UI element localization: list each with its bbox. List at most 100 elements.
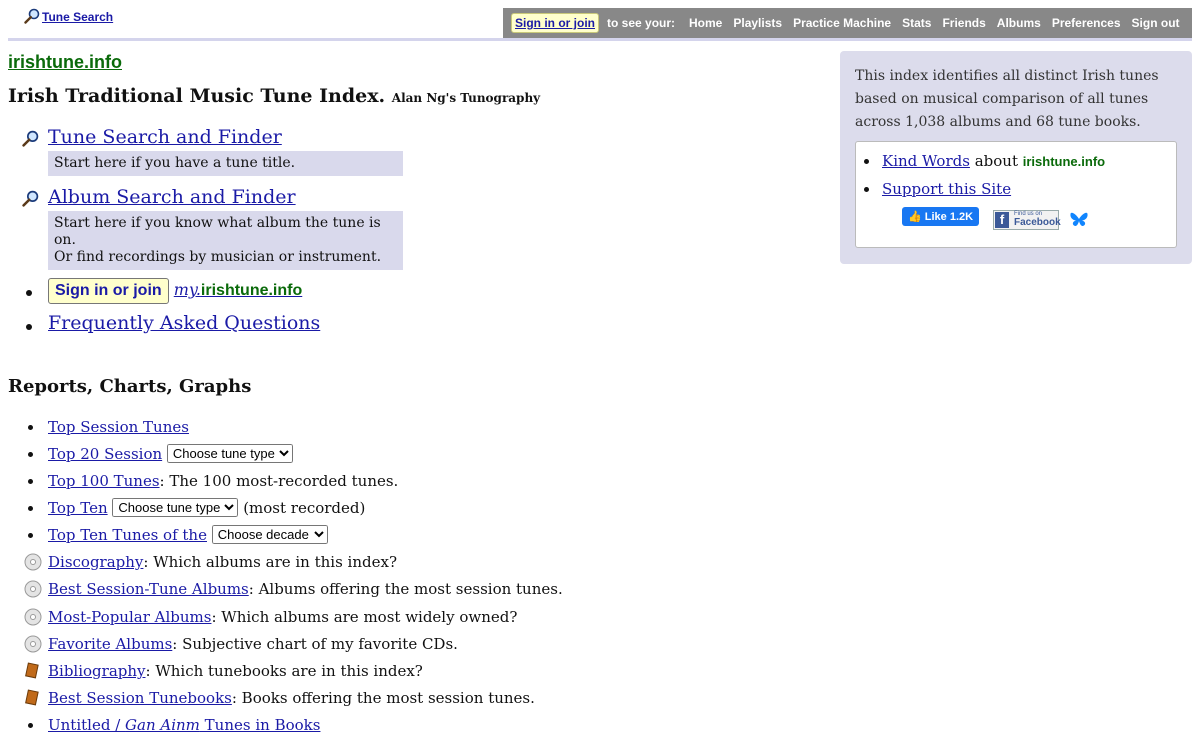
cd-icon: [24, 580, 42, 598]
top-search: Tune Search: [24, 8, 113, 24]
report-top20: Top 20 Session Choose tune type: [22, 443, 722, 470]
popular-albums-desc: : Which albums are most widely owned?: [211, 608, 518, 626]
tune-search-hint-text: Start here if you have a tune title.: [54, 155, 296, 171]
about-site: irishtune.info: [1022, 154, 1106, 169]
top-nav: Sign in or join to see your: Home Playli…: [503, 8, 1192, 38]
bullet: [864, 159, 869, 164]
nav-practice-machine[interactable]: Practice Machine: [793, 16, 891, 30]
my-site-name: irishtune.info: [200, 282, 303, 299]
faq-item: Frequently Asked Questions: [22, 312, 442, 334]
top20-session-link[interactable]: Top 20 Session: [48, 445, 162, 463]
report-bibliography: Bibliography: Which tunebooks are in thi…: [22, 660, 722, 687]
header-divider: [8, 38, 1192, 41]
nav-albums[interactable]: Albums: [997, 16, 1041, 30]
sign-in-button[interactable]: Sign in or join: [511, 13, 599, 33]
page-title-text: Irish Traditional Music Tune Index.: [8, 85, 386, 107]
top-session-tunes-link[interactable]: Top Session Tunes: [48, 418, 189, 436]
sign-in-item: Sign in or join my.irishtune.info: [22, 278, 442, 304]
most-recorded-text: (most recorded): [243, 499, 366, 517]
my-prefix: my.: [173, 280, 201, 299]
support-link[interactable]: Support this Site: [882, 180, 1011, 198]
popular-albums-link[interactable]: Most-Popular Albums: [48, 608, 211, 626]
album-search-hint: Start here if you know what album the tu…: [48, 211, 403, 270]
best-books-link[interactable]: Best Session Tunebooks: [48, 689, 232, 707]
bullet: [28, 533, 33, 538]
support-item: Support this Site: [864, 180, 1011, 198]
magnifier-icon: [22, 130, 39, 147]
bluesky-icon[interactable]: [1069, 211, 1089, 229]
nav-home[interactable]: Home: [689, 16, 722, 30]
decade-select[interactable]: Choose decade: [211, 525, 328, 544]
top20-tune-type-select[interactable]: Choose tune type: [166, 444, 293, 463]
report-popular-albums: Most-Popular Albums: Which albums are mo…: [22, 606, 722, 633]
info-box: This index identifies all distinct Irish…: [840, 51, 1192, 264]
book-icon: [25, 662, 39, 679]
album-search-finder-link[interactable]: Album Search and Finder: [48, 186, 296, 208]
book-icon: [25, 689, 39, 706]
best-albums-desc: : Albums offering the most session tunes…: [248, 580, 563, 598]
bibliography-link[interactable]: Bibliography: [48, 662, 146, 680]
untitled-a: Untitled /: [48, 716, 126, 734]
like-count: Like 1.2K: [924, 211, 974, 223]
bullet: [26, 324, 32, 330]
main-list: Tune Search and Finder Start here if you…: [22, 126, 442, 340]
favorite-albums-link[interactable]: Favorite Albums: [48, 635, 172, 653]
discography-link[interactable]: Discography: [48, 553, 143, 571]
facebook-text: Facebook: [1014, 217, 1061, 228]
bullet: [28, 723, 33, 728]
top100-link[interactable]: Top 100 Tunes: [48, 472, 160, 490]
tune-search-link[interactable]: Tune Search: [42, 10, 113, 24]
faq-link[interactable]: Frequently Asked Questions: [48, 312, 320, 334]
facebook-icon: f: [995, 212, 1009, 228]
site-home-link[interactable]: irishtune.info: [8, 52, 122, 72]
sign-in-join-button[interactable]: Sign in or join: [48, 278, 169, 304]
tune-search-finder-link[interactable]: Tune Search and Finder: [48, 126, 282, 148]
best-books-desc: : Books offering the most session tunes.: [231, 689, 535, 707]
magnifier-icon: [22, 190, 39, 207]
about-text: about: [974, 152, 1018, 170]
thumbs-up-icon: 👍: [908, 211, 922, 223]
bullet: [28, 425, 33, 430]
bibliography-desc: : Which tunebooks are in this index?: [145, 662, 423, 680]
bullet: [26, 290, 32, 296]
nav-playlists[interactable]: Playlists: [733, 16, 782, 30]
report-top-ten: Top Ten Choose tune type (most recorded): [22, 497, 722, 524]
untitled-b: Gan Ainm: [125, 716, 200, 734]
report-discography: Discography: Which albums are in this in…: [22, 551, 722, 578]
report-favorite-albums: Favorite Albums: Subjective chart of my …: [22, 633, 722, 660]
report-top100: Top 100 Tunes: The 100 most-recorded tun…: [22, 470, 722, 497]
tune-search-item: Tune Search and Finder Start here if you…: [22, 126, 442, 176]
untitled-c: Tunes in Books: [199, 716, 321, 734]
top-ten-tune-type-select[interactable]: Choose tune type: [112, 498, 239, 517]
kind-words-item: Kind Words about irishtune.info: [864, 152, 1106, 170]
cd-icon: [24, 553, 42, 571]
reports-heading: Reports, Charts, Graphs: [8, 376, 252, 397]
best-albums-link[interactable]: Best Session-Tune Albums: [48, 580, 249, 598]
top100-desc: : The 100 most-recorded tunes.: [159, 472, 399, 490]
top-ten-link[interactable]: Top Ten: [48, 499, 108, 517]
facebook-like-button[interactable]: 👍 Like 1.2K: [902, 207, 980, 226]
tune-search-hint: Start here if you have a tune title.: [48, 151, 403, 176]
report-top-ten-decade: Top Ten Tunes of the Choose decade: [22, 524, 722, 551]
facebook-badge[interactable]: f Find us on Facebook: [993, 210, 1061, 230]
album-search-hint-line2: Or find recordings by musician or instru…: [54, 249, 382, 265]
untitled-tunes-link[interactable]: Untitled / Gan Ainm Tunes in Books: [48, 716, 320, 734]
nav-friends[interactable]: Friends: [942, 16, 985, 30]
nav-sign-out[interactable]: Sign out: [1132, 16, 1180, 30]
my-site-link[interactable]: my.irishtune.info: [174, 280, 303, 299]
info-links-box: Kind Words about irishtune.info Support …: [855, 141, 1177, 248]
top-ten-of-link[interactable]: Top Ten Tunes of the: [48, 526, 207, 544]
nav-preferences[interactable]: Preferences: [1052, 16, 1121, 30]
discography-desc: : Which albums are in this index?: [143, 553, 397, 571]
info-text: This index identifies all distinct Irish…: [855, 68, 1159, 130]
site-name: irishtune.info: [8, 52, 122, 73]
report-untitled: Untitled / Gan Ainm Tunes in Books: [22, 714, 722, 741]
nav-stats[interactable]: Stats: [902, 16, 931, 30]
bullet: [864, 187, 869, 192]
bullet: [28, 452, 33, 457]
kind-words-link[interactable]: Kind Words: [882, 152, 970, 170]
album-search-hint-line1: Start here if you know what album the tu…: [54, 215, 381, 248]
cd-icon: [24, 635, 42, 653]
album-search-item: Album Search and Finder Start here if yo…: [22, 186, 442, 270]
reports-list: Top Session Tunes Top 20 Session Choose …: [22, 416, 722, 741]
